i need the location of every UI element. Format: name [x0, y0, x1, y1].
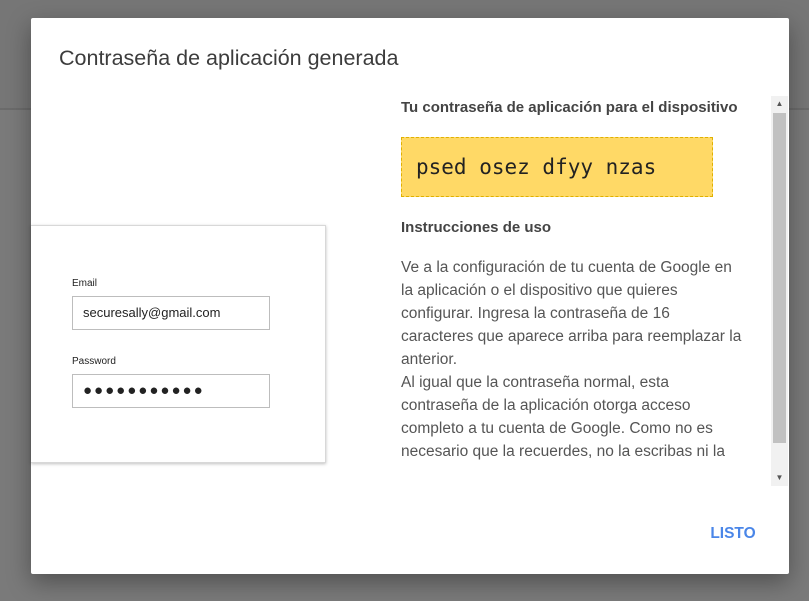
login-illustration: Email securesally@gmail.com Password ●●●… — [31, 225, 326, 463]
email-label: Email — [72, 278, 98, 289]
done-button[interactable]: LISTO — [693, 518, 773, 550]
scroll-down-icon[interactable]: ▼ — [771, 470, 788, 486]
app-password-dialog: Contraseña de aplicación generada Email … — [31, 18, 789, 574]
vertical-scrollbar[interactable]: ▲ ▼ — [771, 96, 788, 486]
dialog-title: Contraseña de aplicación generada — [59, 46, 399, 70]
password-field-illustration: ●●●●●●●●●●● — [72, 374, 270, 408]
app-password-value[interactable]: psed osez dfyy nzas — [401, 137, 713, 197]
password-subhead: Tu contraseña de aplicación para el disp… — [401, 99, 738, 116]
instructions-paragraph-2: Al igual que la contraseña normal, esta … — [401, 374, 725, 460]
instructions-paragraph-1: Ve a la configuración de tu cuenta de Go… — [401, 259, 742, 368]
scroll-up-icon[interactable]: ▲ — [771, 96, 788, 112]
password-label: Password — [72, 356, 116, 367]
scrollbar-thumb[interactable] — [773, 113, 786, 443]
email-field-illustration: securesally@gmail.com — [72, 296, 270, 330]
instructions-scroll-area[interactable]: Tu contraseña de aplicación para el disp… — [401, 96, 746, 486]
instructions-title: Instrucciones de uso — [401, 219, 552, 236]
